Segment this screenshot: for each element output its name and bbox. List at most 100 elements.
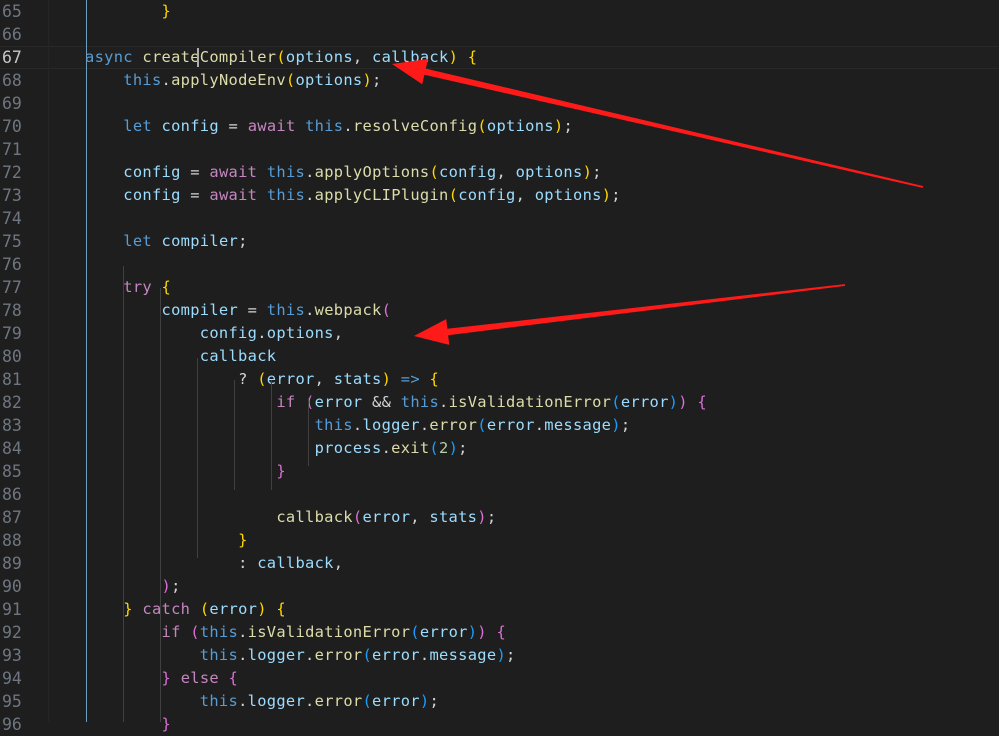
- code-line[interactable]: 82 if (error && this.isValidationError(e…: [0, 391, 999, 414]
- code-token: options: [295, 71, 363, 89]
- line-number[interactable]: 77: [0, 276, 46, 299]
- line-content[interactable]: } else {: [85, 667, 238, 690]
- code-line[interactable]: 89 : callback,: [0, 552, 999, 575]
- code-line[interactable]: 72 config = await this.applyOptions(conf…: [0, 161, 999, 184]
- code-line[interactable]: 74: [0, 207, 999, 230]
- line-number[interactable]: 87: [0, 506, 46, 529]
- code-line[interactable]: 85 }: [0, 460, 999, 483]
- code-line[interactable]: 95 this.logger.error(error);: [0, 690, 999, 713]
- line-number[interactable]: 67: [0, 46, 46, 69]
- line-content[interactable]: }: [85, 460, 286, 483]
- line-number[interactable]: 69: [0, 92, 46, 115]
- line-number[interactable]: 78: [0, 299, 46, 322]
- line-content[interactable]: callback(error, stats);: [85, 506, 496, 529]
- code-token: ,: [496, 163, 516, 181]
- code-line[interactable]: 66: [0, 23, 999, 46]
- line-number[interactable]: 91: [0, 598, 46, 621]
- line-number[interactable]: 75: [0, 230, 46, 253]
- line-content[interactable]: }: [85, 529, 248, 552]
- line-content[interactable]: this.logger.error(error.message);: [85, 414, 631, 437]
- code-line[interactable]: 96 }: [0, 713, 999, 736]
- line-content[interactable]: this.logger.error(error);: [85, 690, 439, 713]
- line-number[interactable]: 81: [0, 368, 46, 391]
- line-number[interactable]: 94: [0, 667, 46, 690]
- line-number[interactable]: 95: [0, 690, 46, 713]
- line-content[interactable]: );: [85, 575, 181, 598]
- code-line[interactable]: 84 process.exit(2);: [0, 437, 999, 460]
- code-token: }: [161, 669, 172, 687]
- line-content[interactable]: if (error && this.isValidationError(erro…: [85, 391, 707, 414]
- code-token: message: [429, 646, 497, 664]
- line-content[interactable]: async createCompiler(options, callback) …: [85, 46, 477, 69]
- line-number[interactable]: 73: [0, 184, 46, 207]
- code-line[interactable]: 94 } else {: [0, 667, 999, 690]
- line-number[interactable]: 82: [0, 391, 46, 414]
- code-line[interactable]: 73 config = await this.applyCLIPlugin(co…: [0, 184, 999, 207]
- line-number[interactable]: 83: [0, 414, 46, 437]
- line-content[interactable]: compiler = this.webpack(: [85, 299, 391, 322]
- code-line[interactable]: 83 this.logger.error(error.message);: [0, 414, 999, 437]
- code-token: config: [123, 186, 181, 204]
- line-number[interactable]: 90: [0, 575, 46, 598]
- line-content[interactable]: config = await this.applyOptions(config,…: [85, 161, 602, 184]
- line-content[interactable]: if (this.isValidationError(error)) {: [85, 621, 506, 644]
- code-line[interactable]: 88 }: [0, 529, 999, 552]
- code-line[interactable]: 81 ? (error, stats) => {: [0, 368, 999, 391]
- line-number[interactable]: 84: [0, 437, 46, 460]
- line-content[interactable]: }: [85, 713, 171, 736]
- code-line[interactable]: 68 this.applyNodeEnv(options);: [0, 69, 999, 92]
- code-line[interactable]: 71: [0, 138, 999, 161]
- code-token: config: [458, 186, 516, 204]
- code-line[interactable]: 65 }: [0, 0, 999, 23]
- code-line[interactable]: 92 if (this.isValidationError(error)) {: [0, 621, 999, 644]
- line-content[interactable]: let config = await this.resolveConfig(op…: [85, 115, 573, 138]
- line-number[interactable]: 72: [0, 161, 46, 184]
- line-content[interactable]: process.exit(2);: [85, 437, 468, 460]
- line-number[interactable]: 65: [0, 0, 46, 23]
- line-content[interactable]: } catch (error) {: [85, 598, 286, 621]
- code-line[interactable]: 87 callback(error, stats);: [0, 506, 999, 529]
- line-number[interactable]: 79: [0, 322, 46, 345]
- code-line[interactable]: 91 } catch (error) {: [0, 598, 999, 621]
- line-content[interactable]: let compiler;: [85, 230, 248, 253]
- line-number[interactable]: 76: [0, 253, 46, 276]
- line-number[interactable]: 85: [0, 460, 46, 483]
- code-line[interactable]: 93 this.logger.error(error.message);: [0, 644, 999, 667]
- line-content[interactable]: this.logger.error(error.message);: [85, 644, 516, 667]
- line-content[interactable]: callback: [85, 345, 276, 368]
- line-content[interactable]: try {: [85, 276, 171, 299]
- code-line[interactable]: 79 config.options,: [0, 322, 999, 345]
- code-line[interactable]: 90 );: [0, 575, 999, 598]
- code-line[interactable]: 75 let compiler;: [0, 230, 999, 253]
- code-line[interactable]: 70 let config = await this.resolveConfig…: [0, 115, 999, 138]
- code-token: ): [477, 623, 487, 641]
- line-number[interactable]: 70: [0, 115, 46, 138]
- line-number[interactable]: 66: [0, 23, 46, 46]
- code-line[interactable]: 77 try {: [0, 276, 999, 299]
- line-content[interactable]: this.applyNodeEnv(options);: [85, 69, 382, 92]
- code-editor[interactable]: 65 } 66 67 async createCompiler(options, ca…: [0, 0, 999, 734]
- line-content[interactable]: }: [85, 0, 171, 23]
- code-line[interactable]: 76: [0, 253, 999, 276]
- line-number[interactable]: 80: [0, 345, 46, 368]
- code-line[interactable]: 67 async createCompiler(options, callback…: [0, 46, 999, 69]
- line-content[interactable]: config = await this.applyCLIPlugin(confi…: [85, 184, 621, 207]
- code-line[interactable]: 69: [0, 92, 999, 115]
- line-number[interactable]: 93: [0, 644, 46, 667]
- code-line[interactable]: 78 compiler = this.webpack(: [0, 299, 999, 322]
- line-number[interactable]: 74: [0, 207, 46, 230]
- line-number[interactable]: 68: [0, 69, 46, 92]
- line-number[interactable]: 89: [0, 552, 46, 575]
- line-number[interactable]: 71: [0, 138, 46, 161]
- line-number[interactable]: 86: [0, 483, 46, 506]
- line-number[interactable]: 88: [0, 529, 46, 552]
- code-line[interactable]: 80 callback: [0, 345, 999, 368]
- line-number[interactable]: 92: [0, 621, 46, 644]
- line-content[interactable]: ? (error, stats) => {: [85, 368, 439, 391]
- line-number[interactable]: 96: [0, 713, 46, 736]
- code-token: let: [123, 117, 152, 135]
- code-line[interactable]: 86: [0, 483, 999, 506]
